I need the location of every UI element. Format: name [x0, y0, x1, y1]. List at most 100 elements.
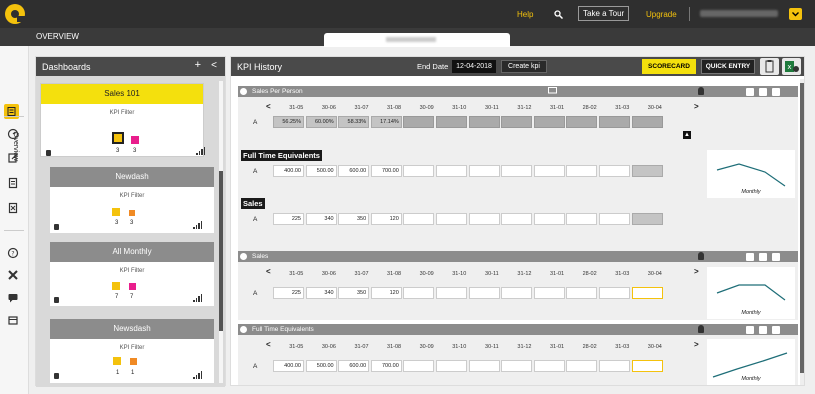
- trash-icon[interactable]: [759, 326, 767, 334]
- value-cell[interactable]: [403, 116, 435, 128]
- trash-icon[interactable]: [46, 150, 51, 156]
- kpi-section-header[interactable]: Full Time Equivalents: [238, 324, 798, 335]
- value-cell[interactable]: 120: [370, 287, 402, 299]
- prev-period-arrow[interactable]: <: [266, 267, 271, 276]
- kpi-color-square[interactable]: [113, 357, 121, 365]
- dashboard-card[interactable]: Newsdash KPI Filter 1 1: [50, 319, 214, 383]
- gauge-icon[interactable]: [7, 128, 19, 140]
- value-cell[interactable]: 350: [338, 213, 370, 225]
- user-icon[interactable]: [698, 252, 704, 260]
- value-cell[interactable]: [566, 287, 598, 299]
- value-cell[interactable]: 350: [338, 287, 370, 299]
- help-icon[interactable]: ?: [7, 247, 19, 259]
- value-cell[interactable]: [533, 360, 565, 372]
- search-icon[interactable]: [554, 0, 563, 28]
- kpi-scrollbar[interactable]: [800, 79, 804, 385]
- value-cell[interactable]: [468, 287, 500, 299]
- value-cell[interactable]: 56.25%: [273, 116, 304, 128]
- collapse-icon[interactable]: [240, 88, 247, 95]
- next-period-arrow[interactable]: >: [694, 340, 699, 349]
- value-cell[interactable]: [435, 287, 467, 299]
- value-cell[interactable]: 400.00: [273, 165, 304, 177]
- value-cell[interactable]: [566, 360, 598, 372]
- value-cell[interactable]: [501, 116, 533, 128]
- quick-entry-button[interactable]: QUICK ENTRY: [701, 59, 755, 74]
- value-cell[interactable]: [566, 116, 598, 128]
- value-cell[interactable]: [598, 287, 630, 299]
- edit-icon[interactable]: [772, 88, 780, 96]
- kpi-color-square[interactable]: [112, 282, 120, 290]
- user-icon[interactable]: [698, 87, 704, 95]
- chevron-up-icon[interactable]: ▲: [683, 131, 691, 139]
- value-cell[interactable]: [598, 213, 630, 225]
- expand-icon[interactable]: [746, 253, 754, 261]
- value-cell[interactable]: [533, 213, 565, 225]
- comment-icon[interactable]: [548, 87, 557, 95]
- value-cell[interactable]: [598, 165, 630, 177]
- collapse-icon[interactable]: [240, 253, 247, 260]
- next-period-arrow[interactable]: >: [694, 102, 699, 111]
- prev-period-arrow[interactable]: <: [266, 102, 271, 111]
- value-cell[interactable]: [468, 213, 500, 225]
- calendar-icon[interactable]: [7, 314, 19, 326]
- value-cell[interactable]: 700.00: [370, 360, 402, 372]
- document-icon[interactable]: [7, 177, 19, 189]
- value-cell[interactable]: [403, 213, 435, 225]
- value-cell[interactable]: [403, 360, 435, 372]
- dashboard-card[interactable]: Newdash KPI Filter 3 3: [50, 167, 214, 233]
- trash-icon[interactable]: [54, 373, 59, 379]
- value-cell[interactable]: [566, 165, 598, 177]
- upgrade-link[interactable]: Upgrade: [646, 0, 677, 28]
- take-tour-button[interactable]: Take a Tour: [578, 6, 630, 21]
- value-cell[interactable]: 225: [273, 287, 304, 299]
- clipboard-icon[interactable]: [760, 58, 779, 75]
- kpi-section-header[interactable]: Sales: [238, 251, 798, 262]
- prev-period-arrow[interactable]: <: [266, 340, 271, 349]
- trash-icon[interactable]: [759, 253, 767, 261]
- close-doc-icon[interactable]: [7, 202, 19, 214]
- edit-icon[interactable]: [772, 253, 780, 261]
- tools-icon[interactable]: [7, 269, 19, 281]
- value-cell[interactable]: [631, 165, 663, 177]
- kpi-color-square[interactable]: [112, 132, 124, 144]
- edit-icon[interactable]: [772, 326, 780, 334]
- value-cell[interactable]: [468, 165, 500, 177]
- collapse-icon[interactable]: [240, 326, 247, 333]
- scorecard-button[interactable]: SCORECARD: [642, 59, 696, 74]
- value-cell[interactable]: [631, 287, 663, 299]
- kpi-color-square[interactable]: [129, 210, 135, 216]
- chevron-down-icon[interactable]: [789, 8, 802, 20]
- user-icon[interactable]: [698, 325, 704, 333]
- value-cell[interactable]: [435, 165, 467, 177]
- value-cell[interactable]: 500.00: [305, 165, 337, 177]
- value-cell[interactable]: [501, 213, 533, 225]
- value-cell[interactable]: 120: [370, 213, 402, 225]
- value-cell[interactable]: [501, 360, 533, 372]
- value-cell[interactable]: 225: [273, 213, 304, 225]
- dashboard-card[interactable]: All Monthly KPI Filter 7 7: [50, 242, 214, 306]
- dashboard-tab[interactable]: [324, 33, 510, 47]
- value-cell[interactable]: [501, 287, 533, 299]
- value-cell[interactable]: 340: [305, 213, 337, 225]
- value-cell[interactable]: 600.00: [338, 360, 370, 372]
- value-cell[interactable]: [631, 116, 663, 128]
- kpi-color-square[interactable]: [129, 283, 136, 290]
- value-cell[interactable]: 700.00: [370, 165, 402, 177]
- value-cell[interactable]: [403, 165, 435, 177]
- edit-icon[interactable]: [7, 152, 19, 164]
- trash-icon[interactable]: [759, 88, 767, 96]
- kpi-color-square[interactable]: [131, 136, 139, 144]
- help-link[interactable]: Help: [517, 0, 533, 28]
- value-cell[interactable]: 17.14%: [370, 116, 402, 128]
- dashboards-scrollbar[interactable]: [219, 81, 223, 383]
- value-cell[interactable]: [598, 360, 630, 372]
- value-cell[interactable]: [435, 360, 467, 372]
- value-cell[interactable]: [403, 287, 435, 299]
- value-cell[interactable]: [468, 116, 500, 128]
- kpi-color-square[interactable]: [130, 358, 137, 365]
- value-cell[interactable]: [533, 116, 565, 128]
- value-cell[interactable]: [435, 213, 467, 225]
- value-cell[interactable]: 500.00: [305, 360, 337, 372]
- value-cell[interactable]: 58.33%: [338, 116, 370, 128]
- logo-icon[interactable]: [4, 3, 28, 25]
